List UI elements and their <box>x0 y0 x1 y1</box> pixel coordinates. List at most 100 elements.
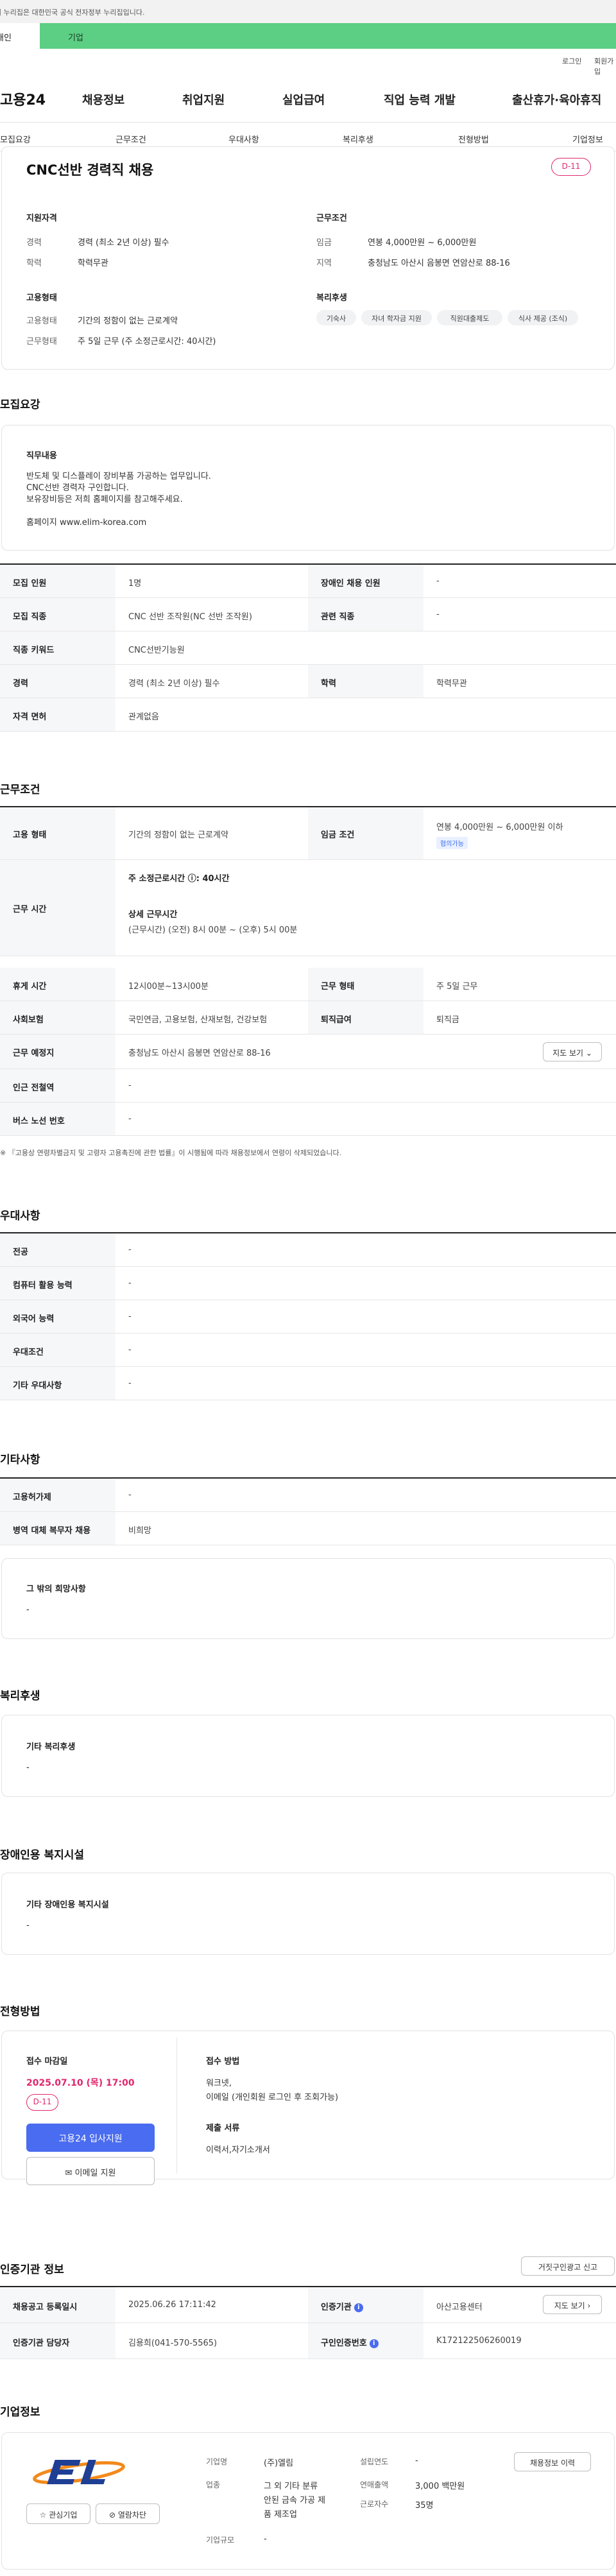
duty-card: 직무내용 반도체 및 디스플레이 장비부품 가공하는 업무입니다. CNC선반 … <box>1 425 615 551</box>
career-label: 경력 <box>26 238 42 248</box>
work-row: 인근 전철역 - <box>0 1069 616 1103</box>
career-row-label: 경력 <box>13 679 28 689</box>
wage-cond-value: 연봉 4,000만원 ~ 6,000만원 이하 <box>436 823 563 832</box>
cert-row: 인증기관 담당자 김용희(041-570-5565) 구인인증번호 i K1721… <box>0 2323 616 2359</box>
severance-value: 퇴직금 <box>436 1015 459 1025</box>
military-value: 비희망 <box>128 1526 151 1536</box>
prefer-section-title: 우대사항 <box>0 1210 40 1223</box>
work-row: 휴게 시간 12시00분~13시00분 근무 형태 주 5일 근무 <box>0 968 616 1001</box>
anchor-company[interactable]: 기업정보 <box>572 133 603 145</box>
cert-map-button[interactable]: 지도 보기 › <box>543 2295 602 2314</box>
cert-num-label: 구인인증번호 i <box>321 2336 379 2348</box>
cert-org-label: 인증기관 i <box>321 2300 363 2312</box>
reg-date-label: 채용공고 등록일시 <box>13 2303 78 2312</box>
anchor-apply[interactable]: 전형방법 <box>458 133 489 145</box>
edu-value: 학력무관 <box>78 259 108 268</box>
welfare-etc-value: - <box>26 1763 30 1773</box>
map-view-button[interactable]: 지도 보기 ⌄ <box>543 1042 602 1061</box>
gnb-divider <box>0 122 616 123</box>
edu-row-label: 학력 <box>321 679 336 689</box>
reg-date-value: 2025.06.26 17:11:42 <box>128 2300 216 2310</box>
language-value: - <box>128 1312 132 1321</box>
anchor-prefer[interactable]: 우대사항 <box>228 133 259 145</box>
manager-value: 김용희(041-570-5565) <box>128 2339 218 2348</box>
language-label: 외국어 능력 <box>13 1314 55 1324</box>
tab-person-label: 개인 <box>0 33 12 43</box>
false-ad-report-button[interactable]: 거짓구인광고 신고 <box>521 2256 615 2276</box>
prefer-row: 컴퓨터 활용 능력 - <box>0 1267 616 1300</box>
homepage-text: 홈페이지 www.elim-korea.com <box>26 518 147 528</box>
apply-dday-badge: D-11 <box>26 2094 58 2111</box>
disabled-section-title: 장애인용 복지시설 <box>0 1849 85 1862</box>
career-row-value: 경력 (최소 2년 이상) 필수 <box>128 679 220 689</box>
severance-label: 퇴직급여 <box>321 1015 352 1025</box>
hope-value: - <box>26 1605 30 1615</box>
work-row: 고용 형태 기간의 정함이 없는 근로계약 임금 조건 연봉 4,000만원 ~… <box>0 807 616 860</box>
hope-head: 그 밖의 희망사항 <box>26 1584 86 1594</box>
job-title: CNC선반 경력직 채용 <box>26 162 154 178</box>
gnb-jobs[interactable]: 채용정보 <box>82 91 124 108</box>
favorite-company-button[interactable]: ☆ 관심기업 <box>26 2503 90 2524</box>
prefer-row: 외국어 능력 - <box>0 1300 616 1334</box>
recruit-row: 자격 면허 관계없음 <box>0 698 616 732</box>
info-icon[interactable]: i <box>354 2303 363 2312</box>
prefer-cond-label: 우대조건 <box>13 1348 44 1357</box>
apply-section-title: 전형방법 <box>0 2005 40 2018</box>
hope-card: 그 밖의 희망사항 - <box>1 1558 615 1639</box>
age-notice: ※ 『고용상 연령차별금지 및 고령자 고용촉진에 관한 법률』이 시행됨에 따… <box>0 1149 342 1157</box>
company-name-label: 기업명 <box>206 2457 228 2466</box>
cert-row: 채용공고 등록일시 2025.06.26 17:11:42 인증기관 i 아산고용… <box>0 2287 616 2323</box>
edu-label: 학력 <box>26 259 42 268</box>
sales-label: 연매출액 <box>360 2480 389 2489</box>
method-line: 이메일 (개인회원 로그인 후 조회가능) <box>206 2093 339 2102</box>
anchor-welfare[interactable]: 복리후생 <box>343 133 373 145</box>
block-company-button[interactable]: ⊘ 열람차단 <box>96 2503 160 2524</box>
work-row: 버스 노선 번호 - <box>0 1103 616 1136</box>
tab-person[interactable]: 개인 <box>0 23 40 49</box>
apply-online-button[interactable]: 고용24 입사지원 <box>26 2124 155 2152</box>
gnb-unemployment-benefit[interactable]: 실업급여 <box>282 91 325 108</box>
bus-value: - <box>128 1114 132 1124</box>
week-hours: 주 소정근로시간 ⓘ: 40시간 <box>128 874 230 884</box>
gnb-vocational-training[interactable]: 직업 능력 개발 <box>384 91 456 108</box>
emptype-value: 기간의 정함이 없는 근로계약 <box>78 316 178 326</box>
major-value: - <box>128 1245 132 1255</box>
login-link[interactable]: 로그인 <box>562 56 581 66</box>
form-label: 근무 형태 <box>321 982 355 992</box>
gov-banner-text: 이 누리집은 대한민국 공식 전자정부 누리집입니다. <box>0 8 145 17</box>
recruit-history-button[interactable]: 채용정보 이력 <box>514 2452 591 2471</box>
emp-form-value: 기간의 정함이 없는 근로계약 <box>128 830 228 840</box>
disabled-card: 기타 장애인용 복지시설 - <box>1 1873 615 1955</box>
insurance-label: 사회보험 <box>13 1015 44 1025</box>
recruit-row: 경력 경력 (최소 2년 이상) 필수 학력 학력무관 <box>0 665 616 698</box>
est-label: 설립연도 <box>360 2457 389 2466</box>
place-label: 근무 예정지 <box>13 1049 55 1058</box>
work-row: 사회보험 국민연금, 고용보험, 산재보험, 건강보험 퇴직급여 퇴직금 <box>0 1001 616 1035</box>
emp-head: 고용형태 <box>26 293 57 303</box>
anchor-work[interactable]: 근무조건 <box>116 133 146 145</box>
recruit-count-label: 모집 인원 <box>13 579 47 588</box>
insurance-value: 국민연금, 고용보험, 산재보험, 건강보험 <box>128 1015 268 1025</box>
anchor-recruit[interactable]: 모집요강 <box>0 133 31 145</box>
job-keyword-value: CNC선반기능원 <box>128 646 185 655</box>
site-logo[interactable]: 고용24 <box>0 89 46 109</box>
tab-company[interactable]: 기업 <box>40 23 616 49</box>
welfare-card: 기타 복리후생 - <box>1 1715 615 1797</box>
dday-badge: D-11 <box>551 158 591 176</box>
sales-value: 3,000 백만원 <box>415 2482 465 2491</box>
etc-row: 고용허가제 - <box>0 1479 616 1512</box>
info-icon[interactable]: i <box>369 2339 379 2348</box>
cert-num-label-text: 구인인증번호 <box>321 2339 367 2348</box>
industry-line: 그 외 기타 분류 <box>264 2482 318 2491</box>
join-link[interactable]: 회원가입 <box>594 56 616 76</box>
staff-label: 근로자수 <box>360 2500 389 2509</box>
welfare-chip: 기숙사 <box>316 310 356 325</box>
work-row: 근무 예정지 충청남도 아산시 음봉면 연암산로 88-16 지도 보기 ⌄ <box>0 1035 616 1069</box>
email-apply-button[interactable]: ✉ 이메일 지원 <box>26 2157 155 2185</box>
gnb-employment-support[interactable]: 취업지원 <box>182 91 225 108</box>
gnb-maternity-leave[interactable]: 출산휴가·육아휴직 <box>512 91 601 108</box>
site-logo-text: 고용24 <box>0 92 46 108</box>
deadline-head: 접수 마감일 <box>26 2057 68 2066</box>
place-value: 충청남도 아산시 음봉면 연암산로 88-16 <box>128 1049 271 1058</box>
scale-value: - <box>264 2534 267 2544</box>
